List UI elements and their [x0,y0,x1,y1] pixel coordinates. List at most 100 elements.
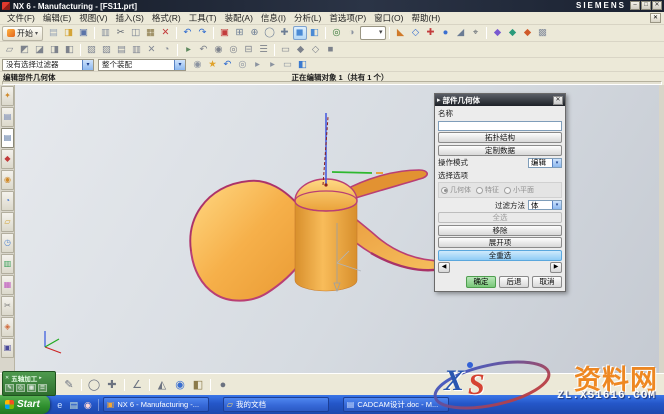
selection-scope-dropdown[interactable]: 整个装配 ▾ [98,59,186,71]
menu-item[interactable]: 首选项(P) [325,11,370,25]
maximize-icon[interactable]: □ [641,1,651,10]
minimize-icon[interactable]: – [630,1,640,10]
visualization-tab[interactable]: ▦ [1,275,14,295]
datum-plane-icon[interactable]: ◇ [409,26,423,40]
assembly-navigator-tab[interactable]: ✦ [1,86,14,106]
mini-pencil-icon[interactable]: ✎ [5,384,14,392]
operation-mode-dropdown[interactable]: 编辑 ▾ [528,158,562,168]
edit-object-icon[interactable]: ▧ [85,43,99,57]
zoom-window-icon[interactable]: ⊕ [248,26,262,40]
copy-icon[interactable]: ◫ [129,26,143,40]
ok-button[interactable]: 确定 [466,276,496,288]
mini-zoom-icon[interactable]: ◎ [16,384,25,392]
snap-angle-icon[interactable]: ◆ [491,26,505,40]
snap-point-icon[interactable]: ✚ [104,377,120,393]
templates-tab[interactable]: ▱ [1,212,14,232]
back-button[interactable]: 后退 [499,276,529,288]
prev-arrow-button[interactable]: ◀ [438,262,450,273]
radio-option[interactable]: 几何体 [441,185,471,195]
pan-view-icon[interactable]: ✚ [278,26,292,40]
menu-item[interactable]: 编辑(E) [39,11,75,25]
save-icon[interactable]: ▣ [77,26,91,40]
menu-item[interactable]: 文件(F) [3,11,39,25]
point-icon[interactable]: ● [439,26,453,40]
create-program-icon[interactable]: ▱ [3,43,17,57]
snap-solid-icon[interactable]: ◧ [190,377,206,393]
menu-item[interactable]: 装配(A) [221,11,257,25]
measure-icon[interactable]: ⌖ [469,26,483,40]
display-mode-icon[interactable]: ◧ [308,26,322,40]
snap-edge-icon[interactable]: ◆ [521,26,535,40]
expand-item-button[interactable]: 展开项 [438,237,562,248]
highlight-icon[interactable]: ◎ [236,58,250,72]
snap-quadrant-icon[interactable]: ◉ [172,377,188,393]
selection-filter-dropdown[interactable]: 没有选择过滤器 ▾ [2,59,94,71]
process-assistant-tab[interactable]: ◔ [1,191,14,211]
tools-tab[interactable]: ✂ [1,296,14,316]
quick-launch-desktop[interactable]: ▤ [68,399,80,411]
filter-method-dropdown[interactable]: 体 ▾ [528,200,562,210]
menu-item[interactable]: 信息(I) [257,11,290,25]
topology-button[interactable]: 拓扑结构 [438,132,562,143]
five-axis-float-toolbar[interactable]: ✕ 五轴加工 ▸ ✎◎▦☰ [2,371,56,396]
sketch-icon[interactable]: ◣ [394,26,408,40]
radio-option[interactable]: 特征 [476,185,499,195]
generate-toolpath-icon[interactable]: ▸ [182,43,196,57]
general-selection-icon[interactable]: ◉ [191,58,205,72]
create-method-icon[interactable]: ◨ [48,43,62,57]
close-icon[interactable]: ✕ [652,1,662,10]
list-output-icon[interactable]: ▭ [279,43,293,57]
menu-item[interactable]: 工具(T) [185,11,221,25]
delete-object-icon[interactable]: ✕ [145,43,159,57]
snap-circle-icon[interactable]: ◯ [86,377,102,393]
new-file-icon[interactable]: ▤ [47,26,61,40]
snap-midpoint-icon[interactable]: ◭ [154,377,170,393]
remove-button[interactable]: 移除 [438,225,562,236]
rect-select-icon[interactable]: ▭ [281,58,295,72]
fit-view-icon[interactable]: ⊞ [233,26,247,40]
scenes-tab[interactable]: ▣ [1,338,14,358]
document-close-icon[interactable]: ✕ [650,13,661,23]
start-menu-button[interactable]: 开始 ▾ [2,26,43,41]
task-my-documents[interactable]: ▱ 我的文档 [223,397,329,412]
system-materials-tab[interactable]: ▥ [1,254,14,274]
mini-grid-icon[interactable]: ▦ [27,384,36,392]
verify-toolpath-icon[interactable]: ◉ [212,43,226,57]
menu-item[interactable]: 窗口(O) [370,11,407,25]
quick-launch-media[interactable]: ◉ [82,399,94,411]
machine-display-icon[interactable]: ◆ [294,43,308,57]
solid-select-icon[interactable]: ◧ [296,58,310,72]
paste-object-icon[interactable]: ▥ [130,43,144,57]
task-nx[interactable]: ▣ NX 6 - Manufacturing -... [103,397,209,412]
edit-object-display-icon[interactable]: ◑ [345,26,359,40]
redo-icon[interactable]: ↷ [196,26,210,40]
materials-icon[interactable]: ▩ [536,26,550,40]
tool-display-icon[interactable]: ◇ [309,43,323,57]
menu-item[interactable]: 视图(V) [75,11,111,25]
roles-tab[interactable]: ◈ [1,317,14,337]
menu-item[interactable]: 分析(L) [290,11,325,25]
perspective-icon[interactable]: ◎ [330,26,344,40]
float-close-icon[interactable]: ✕ [5,375,9,381]
part-navigator-tab[interactable]: ▤ [1,128,14,148]
snap-angle-icon[interactable]: ∠ [129,377,145,393]
print-icon[interactable]: ▥ [99,26,113,40]
reselect-all-button[interactable]: 全重选 [438,250,562,261]
undo-icon[interactable]: ↶ [181,26,195,40]
refresh-view-icon[interactable]: ▣ [218,26,232,40]
custom-data-button[interactable]: 定制数据 [438,145,562,156]
float-pin-icon[interactable]: ▸ [39,375,42,381]
constraint-navigator-tab[interactable]: ▤ [1,107,14,127]
create-operation-icon[interactable]: ◧ [63,43,77,57]
workpiece-icon[interactable]: ■ [324,43,338,57]
view-layout-select[interactable]: ▾ [360,26,386,40]
create-geometry-icon[interactable]: ◪ [33,43,47,57]
open-file-icon[interactable]: ◨ [62,26,76,40]
favorites-icon[interactable]: ★ [206,58,220,72]
snap-dot-icon[interactable]: ● [215,377,231,393]
line-icon[interactable]: ◢ [454,26,468,40]
machine-tool-navigator-tab[interactable]: ◉ [1,170,14,190]
start-button[interactable]: Start [0,395,50,414]
delete-icon[interactable]: ✕ [159,26,173,40]
dialog-titlebar[interactable]: ▸ 部件几何体 ✕ [435,94,565,106]
